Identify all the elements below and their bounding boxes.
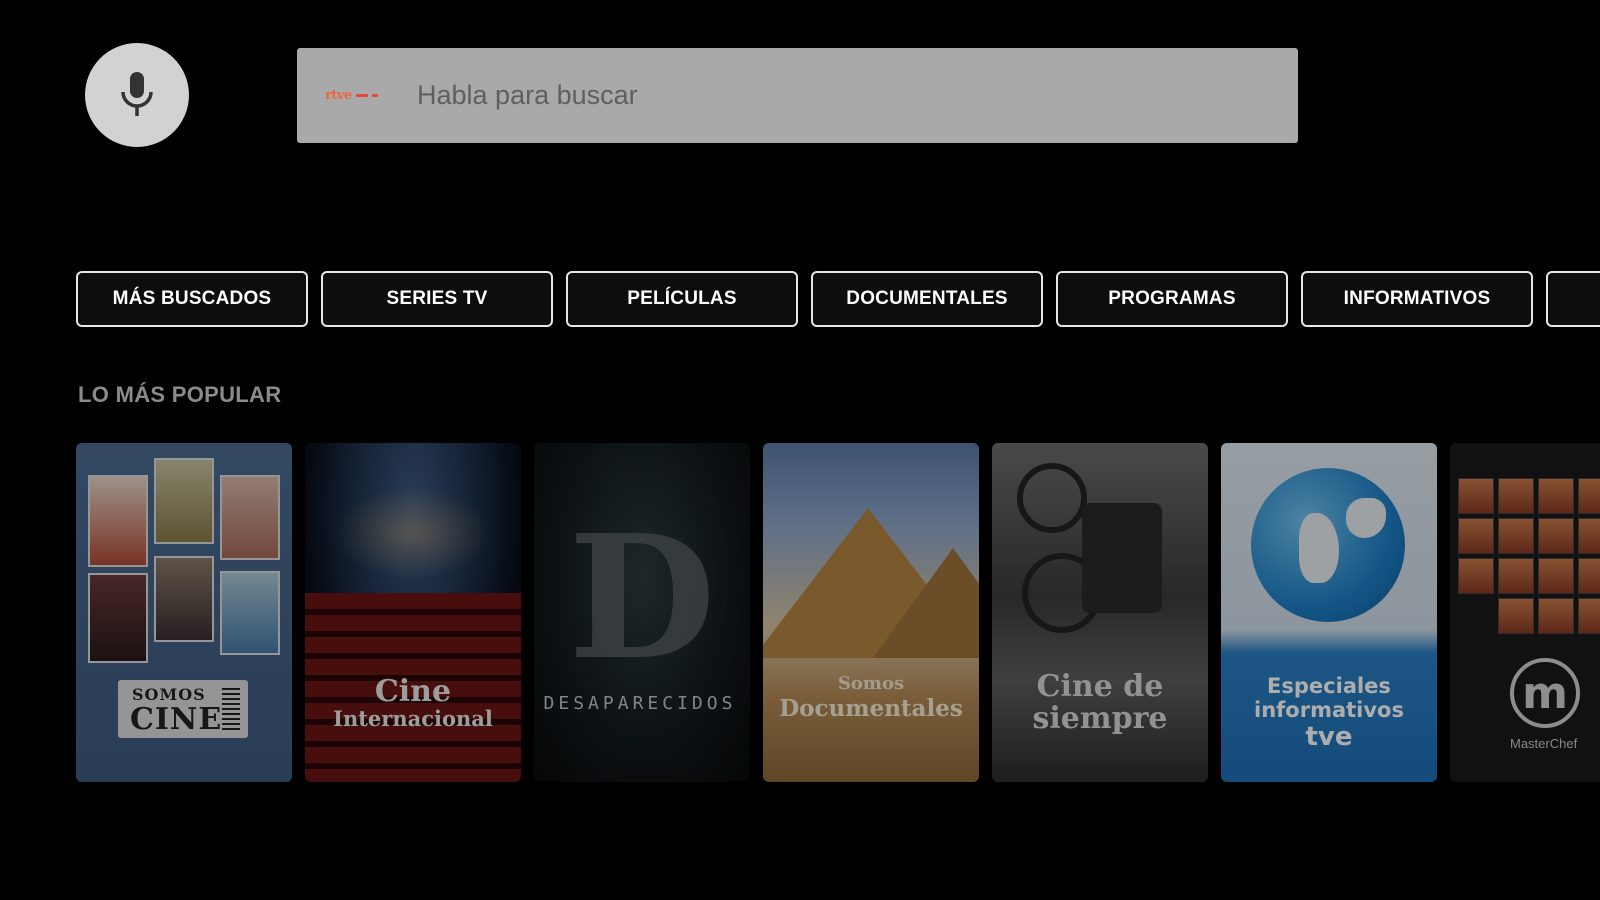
card-somos-documentales[interactable]: Somos Documentales (763, 443, 979, 782)
poster-thumb (220, 475, 280, 560)
microphone-icon (121, 72, 153, 116)
search-bar[interactable]: rtve (297, 48, 1298, 143)
tab-documentales[interactable]: DOCUMENTALES (811, 271, 1043, 327)
section-title: LO MÁS POPULAR (78, 382, 282, 407)
voice-search-button[interactable] (85, 43, 189, 147)
desaparecidos-logo: D (568, 498, 716, 698)
projector-image (1082, 503, 1162, 613)
film-reel-icon (1017, 463, 1087, 533)
tab-partial[interactable] (1546, 271, 1600, 327)
card-desaparecidos[interactable]: D DESAPARECIDOS (534, 443, 750, 782)
poster-thumb (220, 571, 280, 655)
tab-series-tv[interactable]: SERIES TV (321, 271, 553, 327)
card-cine-de-siempre[interactable]: Cine de siempre (992, 443, 1208, 782)
tab-programas[interactable]: PROGRAMAS (1056, 271, 1288, 327)
tab-informativos[interactable]: INFORMATIVOS (1301, 271, 1533, 327)
masterchef-logo: m (1510, 658, 1580, 728)
tab-mas-buscados[interactable]: MÁS BUSCADOS (76, 271, 308, 327)
popular-row: SOMOS CINE Cine Internacional D DESAPARE… (76, 443, 1600, 782)
card-cine-internacional[interactable]: Cine Internacional (305, 443, 521, 782)
poster-thumb (88, 475, 148, 567)
search-screen: rtve MÁS BUSCADOS SERIES TV PELÍCULAS DO… (0, 0, 1600, 900)
poster-thumb (154, 458, 214, 544)
card-especiales-informativos[interactable]: Especiales informativos tve (1221, 443, 1437, 782)
card-masterchef[interactable]: m MasterChef (1450, 443, 1600, 782)
somos-cine-ticket: SOMOS CINE (118, 680, 248, 738)
card-somos-cine[interactable]: SOMOS CINE (76, 443, 292, 782)
tab-peliculas[interactable]: PELÍCULAS (566, 271, 798, 327)
poster-thumb (88, 573, 148, 663)
rtve-logo: rtve (325, 84, 393, 108)
category-tabs: MÁS BUSCADOS SERIES TV PELÍCULAS DOCUMEN… (76, 271, 1600, 327)
search-input[interactable] (415, 79, 1219, 112)
poster-thumb (154, 556, 214, 642)
